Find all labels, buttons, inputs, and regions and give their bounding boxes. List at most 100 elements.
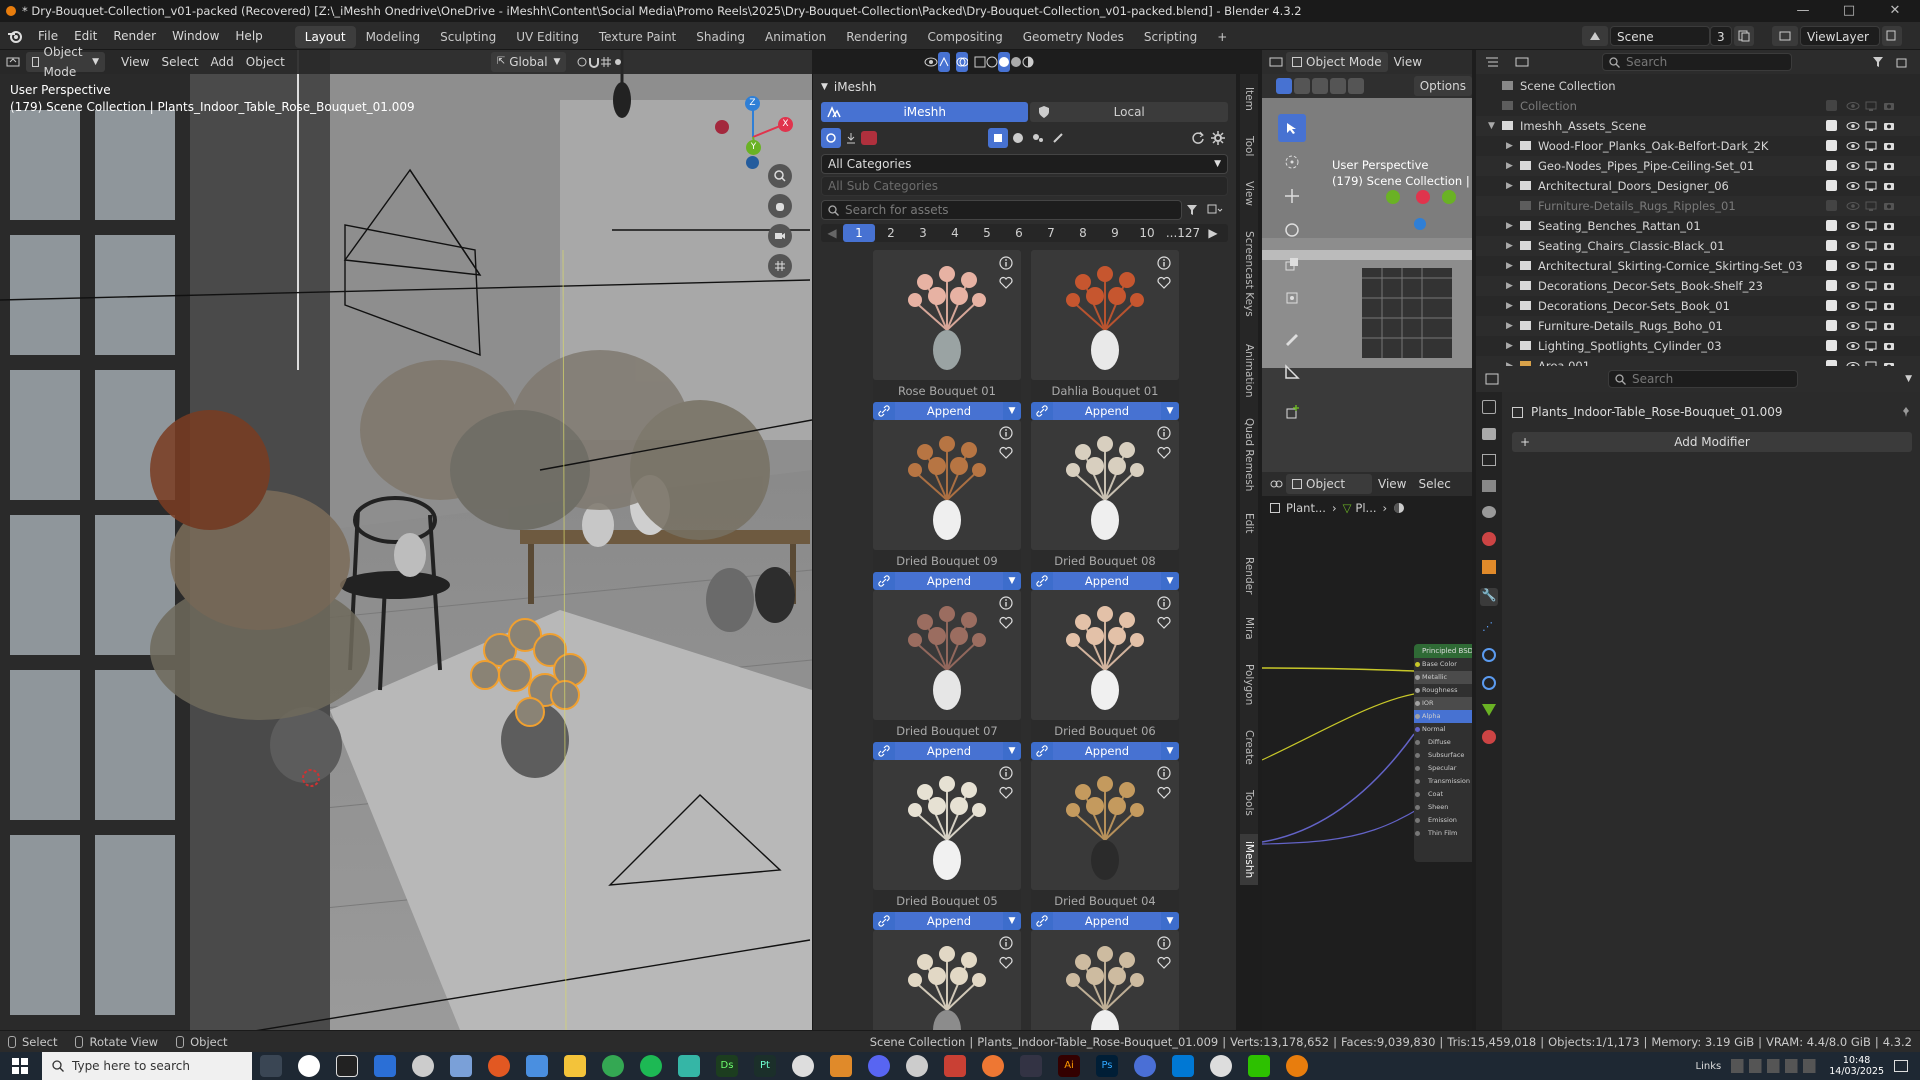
minimize-button[interactable]: — [1780, 0, 1826, 22]
asset-search-field[interactable]: Search for assets [821, 200, 1182, 220]
gizmo-neg-y-axis-icon[interactable] [1442, 190, 1456, 204]
info-icon[interactable] [1157, 426, 1171, 440]
render-camera-icon[interactable] [1882, 119, 1896, 133]
sidebar-tab-create[interactable]: Create [1240, 722, 1258, 773]
filter-funnel-icon[interactable] [1182, 200, 1202, 220]
node-socket[interactable]: Sheen [1414, 801, 1472, 814]
outliner-item[interactable]: ▶ Geo-Nodes_Pipes_Pipe-Ceiling-Set_01 [1476, 156, 1920, 176]
page-7[interactable]: 7 [1035, 224, 1067, 242]
node-socket[interactable]: Emission [1414, 814, 1472, 827]
xray-toggle-icon[interactable] [974, 52, 986, 72]
node-socket[interactable]: IOR [1414, 697, 1472, 710]
collapsed-chevron-icon[interactable]: ▶ [1506, 216, 1513, 236]
editor-type-icon[interactable] [1266, 52, 1286, 72]
move-tool-icon[interactable] [1278, 182, 1306, 210]
modifier-wrench-icon[interactable]: 🔧 [1480, 588, 1498, 606]
collapsed-chevron-icon[interactable]: ▶ [1506, 176, 1513, 196]
exclude-checkbox[interactable] [1826, 260, 1837, 271]
outliner-item[interactable]: ▶ Decorations_Decor-Sets_Book_01 [1476, 296, 1920, 316]
select-extend-icon[interactable] [1293, 78, 1310, 94]
gizmo-z-axis-icon[interactable] [1414, 218, 1426, 230]
menu-render[interactable]: Render [105, 22, 164, 50]
sidebar-tab-edit[interactable]: Edit [1240, 503, 1258, 542]
favorite-heart-icon[interactable] [999, 786, 1013, 799]
shading-solid-icon[interactable] [998, 52, 1011, 72]
outliner-item[interactable]: ▼ Imeshh_Assets_Scene [1476, 116, 1920, 136]
info-icon[interactable] [999, 256, 1013, 270]
wechat-app-icon[interactable] [1248, 1055, 1270, 1077]
page-last[interactable]: ...127 [1163, 224, 1203, 242]
render-camera-icon[interactable] [1882, 99, 1896, 113]
windows-start-icon[interactable] [12, 1058, 28, 1074]
link-icon[interactable] [1031, 572, 1053, 590]
exclude-checkbox[interactable] [1826, 120, 1837, 131]
page-prev-icon[interactable]: ◀ [821, 224, 843, 242]
measure-tool-icon[interactable] [1278, 358, 1306, 386]
secondary-viewport[interactable]: Object Mode View Options User Perspectiv… [1262, 50, 1472, 472]
substance-painter-icon[interactable]: Pt [754, 1055, 776, 1077]
hide-eye-icon[interactable] [1846, 219, 1860, 233]
physics-icon[interactable] [1482, 648, 1496, 662]
outliner-item[interactable]: ▶ Lighting_Spotlights_Cylinder_03 [1476, 336, 1920, 356]
scale-tool-icon[interactable] [1278, 250, 1306, 278]
exclude-checkbox[interactable] [1826, 320, 1837, 331]
annotate-tool-icon[interactable] [1278, 324, 1306, 352]
exclude-checkbox[interactable] [1826, 180, 1837, 191]
favorite-heart-icon[interactable] [999, 616, 1013, 629]
properties-search-field[interactable]: Search [1608, 370, 1798, 388]
render-camera-icon[interactable] [1882, 219, 1896, 233]
cursor-tool-icon[interactable] [1278, 148, 1306, 176]
vlc-app-icon[interactable] [830, 1055, 852, 1077]
refresh-icon[interactable] [1188, 128, 1208, 148]
exclude-checkbox[interactable] [1826, 220, 1837, 231]
append-button[interactable]: Append [895, 572, 1003, 590]
asset-card[interactable]: Dried Bouquet 06 Append ▼ [1031, 590, 1179, 760]
task-view-icon[interactable] [260, 1055, 282, 1077]
chrome-app-icon[interactable] [602, 1055, 624, 1077]
filter-models-icon[interactable] [988, 128, 1008, 148]
append-options-chevron-icon[interactable]: ▼ [1003, 402, 1021, 420]
asset-card[interactable]: Append▼ [1031, 930, 1179, 1030]
append-button[interactable]: Append [1053, 572, 1161, 590]
menu-object[interactable]: Object [240, 52, 291, 72]
render-camera-icon[interactable] [1882, 319, 1896, 333]
scene-props-icon[interactable] [1482, 506, 1496, 518]
page-9[interactable]: 9 [1099, 224, 1131, 242]
taskbar-links[interactable]: Links [1696, 1061, 1722, 1072]
expanded-chevron-icon[interactable]: ▼ [1488, 116, 1495, 136]
sidebar-tab-imeshh[interactable]: iMeshh [1240, 833, 1258, 885]
outliner-item[interactable]: Furniture-Details_Rugs_Ripples_01 [1476, 196, 1920, 216]
select-new-icon[interactable] [1276, 78, 1292, 94]
app-icon-6[interactable] [450, 1055, 472, 1077]
add-cube-tool-icon[interactable] [1278, 398, 1306, 426]
link-icon[interactable] [873, 742, 895, 760]
properties-editor-icon[interactable] [1482, 369, 1502, 389]
viewport-disable-icon[interactable] [1864, 259, 1878, 273]
asset-thumbnail[interactable] [1031, 250, 1179, 380]
tab-imeshh[interactable]: iMeshh [821, 102, 1029, 122]
rotate-tool-icon[interactable] [1278, 216, 1306, 244]
append-button[interactable]: Append [895, 742, 1003, 760]
asset-thumbnail[interactable] [873, 760, 1021, 890]
add-modifier-button[interactable]: + Add Modifier [1512, 432, 1912, 452]
sidebar-tab-polygon[interactable]: Polygon [1240, 656, 1258, 713]
exclude-checkbox[interactable] [1826, 200, 1837, 211]
blender-app-icon[interactable] [1286, 1055, 1308, 1077]
snap-grid-icon[interactable] [600, 52, 612, 72]
node-socket[interactable]: Subsurface [1414, 749, 1472, 762]
asset-card[interactable]: Dried Bouquet 07 Append ▼ [873, 590, 1021, 760]
viewport-disable-icon[interactable] [1864, 219, 1878, 233]
render-camera-icon[interactable] [1882, 239, 1896, 253]
outliner-item[interactable]: ▶ Decorations_Decor-Sets_Book-Shelf_23 [1476, 276, 1920, 296]
render-camera-icon[interactable] [1882, 299, 1896, 313]
outliner-scene-collection[interactable]: Scene Collection [1476, 76, 1920, 96]
secondary-mode-dropdown[interactable]: Object Mode [1286, 52, 1388, 72]
transform-tool-icon[interactable] [1278, 284, 1306, 312]
menu-select[interactable]: Select [156, 52, 205, 72]
secondary-menu-view[interactable]: View [1388, 52, 1428, 72]
node-socket[interactable]: Specular [1414, 762, 1472, 775]
outliner-item[interactable]: ▶ Architectural_Skirting-Cornice_Skirting… [1476, 256, 1920, 276]
new-collection-icon[interactable] [1892, 52, 1912, 72]
tab-texture-paint[interactable]: Texture Paint [589, 26, 686, 48]
gizmo-y-axis-icon[interactable] [1386, 190, 1400, 204]
